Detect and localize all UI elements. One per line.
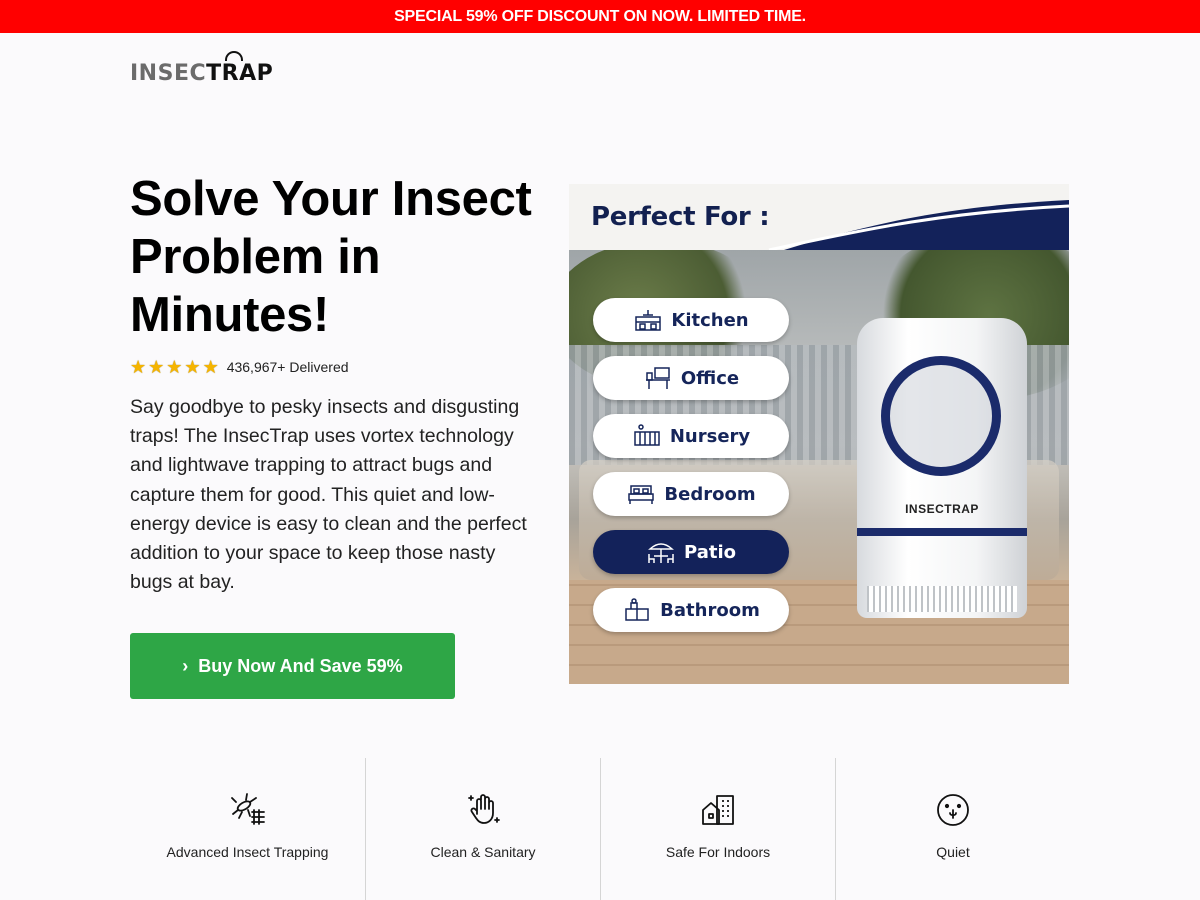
insect-trap-device: INSECTRAP	[857, 318, 1027, 618]
promo-bar: SPECIAL 59% OFF DISCOUNT ON NOW. LIMITED…	[0, 0, 1200, 33]
device-vents	[867, 586, 1017, 612]
perfect-for-banner: Perfect For :	[569, 184, 1069, 250]
room-label: Kitchen	[671, 309, 749, 331]
logo[interactable]: INSEC TRAP	[130, 50, 274, 88]
room-label: Nursery	[669, 425, 751, 447]
star-icon: ★	[130, 357, 147, 377]
device-brand: INSECTRAP	[905, 502, 979, 516]
feature-label: Advanced Insect Trapping	[166, 844, 329, 860]
room-pill-bedroom: Bedroom	[593, 472, 789, 516]
room-label: Office	[680, 367, 740, 389]
quiet-face-icon	[937, 794, 969, 826]
room-pill-bathroom: Bathroom	[593, 588, 789, 632]
room-label: Bedroom	[664, 483, 756, 505]
feature-item: Safe For Indoors	[600, 758, 835, 900]
room-label: Patio	[684, 541, 736, 563]
house-building-icon	[702, 795, 734, 825]
logo-trap-label: TRAP	[206, 60, 274, 86]
feature-label: Quiet	[936, 844, 970, 860]
star-icon: ★	[148, 357, 165, 377]
crib-icon	[634, 424, 660, 446]
feature-label: Clean & Sanitary	[430, 844, 536, 860]
patio-umbrella-icon	[648, 543, 674, 563]
logo-signal-arc	[225, 50, 244, 61]
promo-text: SPECIAL 59% OFF DISCOUNT ON NOW. LIMITED…	[394, 7, 806, 25]
device-intake-ring	[881, 356, 1001, 476]
perfect-for-heading: Perfect For :	[591, 202, 770, 232]
kitchen-icon	[635, 310, 662, 331]
room-pill-patio: Patio	[593, 530, 789, 574]
delivered-count: 436,967+ Delivered	[226, 359, 349, 375]
logo-text-trap: TRAP	[206, 50, 274, 86]
features-row: Advanced Insect Trapping Clean & Sanitar…	[130, 758, 1070, 900]
office-desk-icon	[645, 367, 670, 389]
clean-hand-icon	[468, 794, 500, 824]
star-icon: ★	[184, 357, 201, 377]
star-icon: ★	[166, 357, 183, 377]
buy-now-button[interactable]: › Buy Now And Save 59%	[130, 633, 455, 699]
hero-description: Say goodbye to pesky insects and disgust…	[130, 396, 527, 594]
feature-label: Safe For Indoors	[665, 844, 771, 860]
room-label: Bathroom	[660, 599, 760, 621]
chevron-right-icon: ›	[182, 655, 189, 676]
product-image: Perfect For : Kitchen Office Nursery Bed…	[569, 184, 1069, 684]
feature-item: Advanced Insect Trapping	[130, 758, 365, 900]
buy-now-label: Buy Now And Save 59%	[198, 655, 403, 676]
bathroom-sink-icon	[625, 598, 649, 621]
feature-item: Quiet	[835, 758, 1070, 900]
room-pill-kitchen: Kitchen	[593, 298, 789, 342]
mosquito-net-icon	[230, 793, 265, 825]
feature-item: Clean & Sanitary	[365, 758, 600, 900]
room-pill-office: Office	[593, 356, 789, 400]
bed-icon	[628, 485, 655, 504]
rating: ★ ★ ★ ★ ★ 436,967+ Delivered	[130, 357, 349, 377]
hero-title: Solve Your Insect Problem in Minutes!	[130, 172, 532, 342]
room-pill-nursery: Nursery	[593, 414, 789, 458]
star-icon: ★	[202, 357, 219, 377]
logo-text-insec: INSEC	[130, 60, 207, 86]
